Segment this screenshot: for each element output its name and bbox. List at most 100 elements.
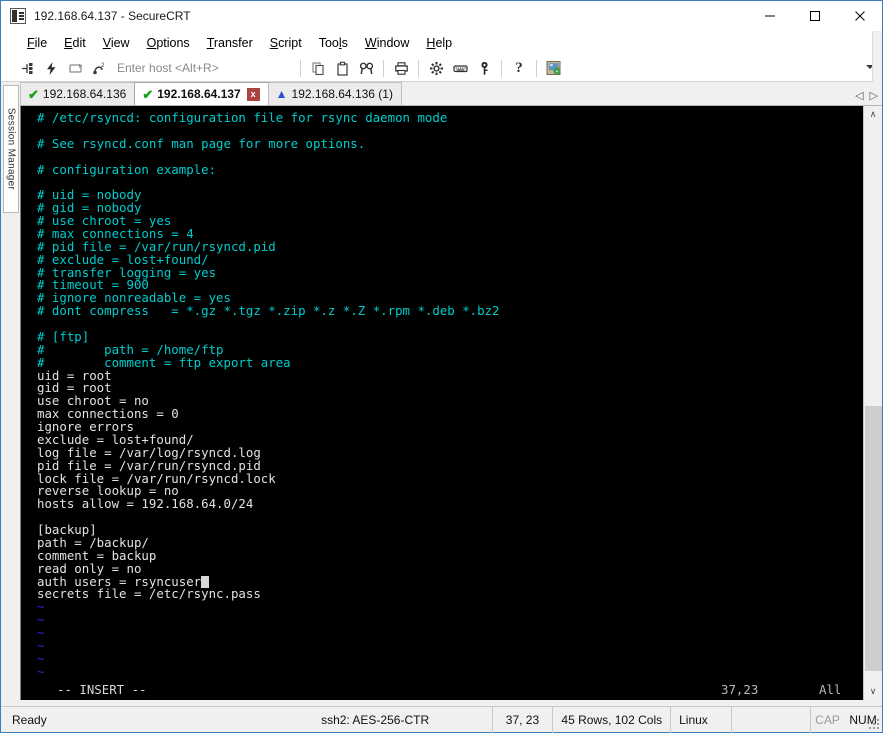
terminal-line: gid = root — [37, 380, 112, 396]
tab-192-168-64-136[interactable]: ✔ 192.168.64.136 — [20, 82, 136, 105]
session-manager-tab[interactable]: Session Manager — [3, 85, 19, 213]
session-manager-icon[interactable]: + — [543, 57, 565, 79]
menu-help[interactable]: Help — [418, 34, 461, 52]
session-manager-rail: Session Manager — [1, 82, 20, 700]
close-button[interactable] — [837, 1, 882, 31]
clone-session-icon[interactable]: 2 — [88, 57, 110, 79]
status-ready: Ready — [12, 712, 47, 727]
toolbar: 2 Enter host <Alt+R> ? + — [1, 55, 882, 82]
toolbar-separator — [501, 59, 502, 77]
menu-bar: File Edit View Options Transfer Script T… — [1, 31, 882, 55]
session-manager-label: Session Manager — [5, 107, 17, 191]
toolbar-separator — [300, 59, 301, 77]
terminal-scrollbar[interactable]: ∧ ∨ — [863, 106, 882, 700]
tab-strip: ✔ 192.168.64.136 ✔ 192.168.64.137 x ▲ 19… — [20, 82, 882, 106]
tab-prev-icon[interactable]: ◁ — [855, 89, 863, 102]
status-caps-lock: CAP — [815, 712, 840, 727]
key-icon[interactable] — [473, 57, 495, 79]
terminal-line: # dont compress = *.gz *.tgz *.zip *.z *… — [37, 303, 500, 319]
minimize-button[interactable] — [747, 1, 792, 31]
tab-192-168-64-137[interactable]: ✔ 192.168.64.137 x — [134, 82, 269, 105]
terminal-line: [backup] — [37, 522, 97, 537]
tab-nav-buttons: ◁ ▷ — [855, 89, 878, 102]
terminal-line: # /etc/rsyncd: configuration file for rs… — [37, 110, 448, 125]
status-cursor-position: 37, 23 — [493, 706, 554, 733]
terminal-panel: # /etc/rsyncd: configuration file for rs… — [20, 106, 882, 700]
right-edge-strip — [872, 31, 882, 83]
status-emulation: Linux — [671, 706, 732, 733]
terminal-line: # uid = nobody — [37, 187, 142, 203]
menu-view[interactable]: View — [95, 34, 139, 52]
maximize-button[interactable] — [792, 1, 837, 31]
warning-triangle-icon: ▲ — [275, 87, 288, 101]
scrollbar-thumb[interactable] — [865, 406, 882, 671]
menu-window[interactable]: Window — [357, 34, 418, 52]
resize-grip[interactable] — [867, 717, 879, 729]
terminal-line: hosts allow = 192.168.64.0/24 — [37, 496, 254, 512]
tab-label: 192.168.64.137 — [157, 87, 241, 101]
menu-file[interactable]: File — [19, 34, 56, 52]
find-icon[interactable] — [355, 57, 377, 79]
menu-script[interactable]: Script — [262, 34, 311, 52]
securecrt-window: 192.168.64.137 - SecureCRT File Edit Vie… — [0, 0, 883, 733]
paste-icon[interactable] — [331, 57, 353, 79]
session-options-icon[interactable] — [425, 57, 447, 79]
status-spacer — [732, 706, 812, 733]
vim-mode-indicator: -- INSERT -- — [57, 682, 147, 697]
terminal-output[interactable]: # /etc/rsyncd: configuration file for rs… — [21, 106, 863, 700]
tab-next-icon[interactable]: ▷ — [870, 89, 878, 102]
tab-label: 192.168.64.136 (1) — [291, 87, 393, 101]
vim-scroll-indicator: All — [819, 682, 842, 697]
vim-status-line: -- INSERT -- 37,23 All — [21, 680, 863, 700]
terminal-line: # See rsyncd.conf man page for more opti… — [37, 135, 366, 151]
terminal-line: ~ — [37, 650, 45, 666]
terminal-line: ~ — [37, 625, 45, 640]
tab-label: 192.168.64.136 — [42, 87, 127, 101]
vim-cursor-position: 37,23 — [721, 682, 759, 697]
app-icon — [10, 8, 26, 24]
window-title: 192.168.64.137 - SecureCRT — [34, 9, 191, 23]
terminal-line: uid = root — [37, 367, 112, 383]
help-icon[interactable]: ? — [508, 57, 530, 79]
status-bar: Ready ssh2: AES-256-CTR 37, 23 45 Rows, … — [1, 706, 882, 733]
svg-text:2: 2 — [101, 62, 105, 69]
tab-192-168-64-136-1[interactable]: ▲ 192.168.64.136 (1) — [267, 82, 402, 105]
menu-edit[interactable]: Edit — [56, 34, 95, 52]
terminal-line: secrets file = /etc/rsync.pass — [37, 586, 261, 602]
check-icon: ✔ — [28, 86, 39, 102]
status-cipher: ssh2: AES-256-CTR — [313, 706, 493, 733]
menu-tools[interactable]: Tools — [311, 34, 357, 52]
check-icon: ✔ — [142, 86, 154, 102]
terminal-line: # configuration example: — [37, 161, 217, 177]
terminal-line: ~ — [37, 663, 45, 679]
terminal-line: max connections = 0 — [37, 406, 179, 422]
scroll-down-icon[interactable]: ∨ — [864, 683, 882, 700]
tab-close-icon[interactable]: x — [246, 87, 260, 101]
host-input[interactable]: Enter host <Alt+R> — [117, 61, 289, 75]
scroll-up-icon[interactable]: ∧ — [864, 106, 882, 123]
terminal-line: path = /backup/ — [37, 534, 149, 550]
reconnect-icon[interactable] — [64, 57, 86, 79]
keymap-editor-icon[interactable] — [449, 57, 471, 79]
terminal-line: ~ — [37, 599, 45, 615]
quick-connect-icon[interactable] — [40, 57, 62, 79]
window-controls — [747, 1, 882, 31]
print-icon[interactable] — [390, 57, 412, 79]
toolbar-separator — [383, 59, 384, 77]
status-dimensions: 45 Rows, 102 Cols — [553, 706, 672, 733]
connect-icon[interactable] — [16, 57, 38, 79]
toolbar-separator — [418, 59, 419, 77]
title-bar: 192.168.64.137 - SecureCRT — [1, 1, 882, 31]
terminal-line: # transfer logging = yes — [37, 264, 217, 280]
toolbar-separator — [536, 59, 537, 77]
terminal-line: ~ — [37, 612, 45, 628]
terminal-line: ~ — [37, 637, 45, 653]
menu-transfer[interactable]: Transfer — [199, 34, 262, 52]
menu-options[interactable]: Options — [139, 34, 199, 52]
copy-icon[interactable] — [307, 57, 329, 79]
terminal-line: comment = backup — [37, 547, 157, 563]
svg-text:+: + — [555, 69, 558, 75]
